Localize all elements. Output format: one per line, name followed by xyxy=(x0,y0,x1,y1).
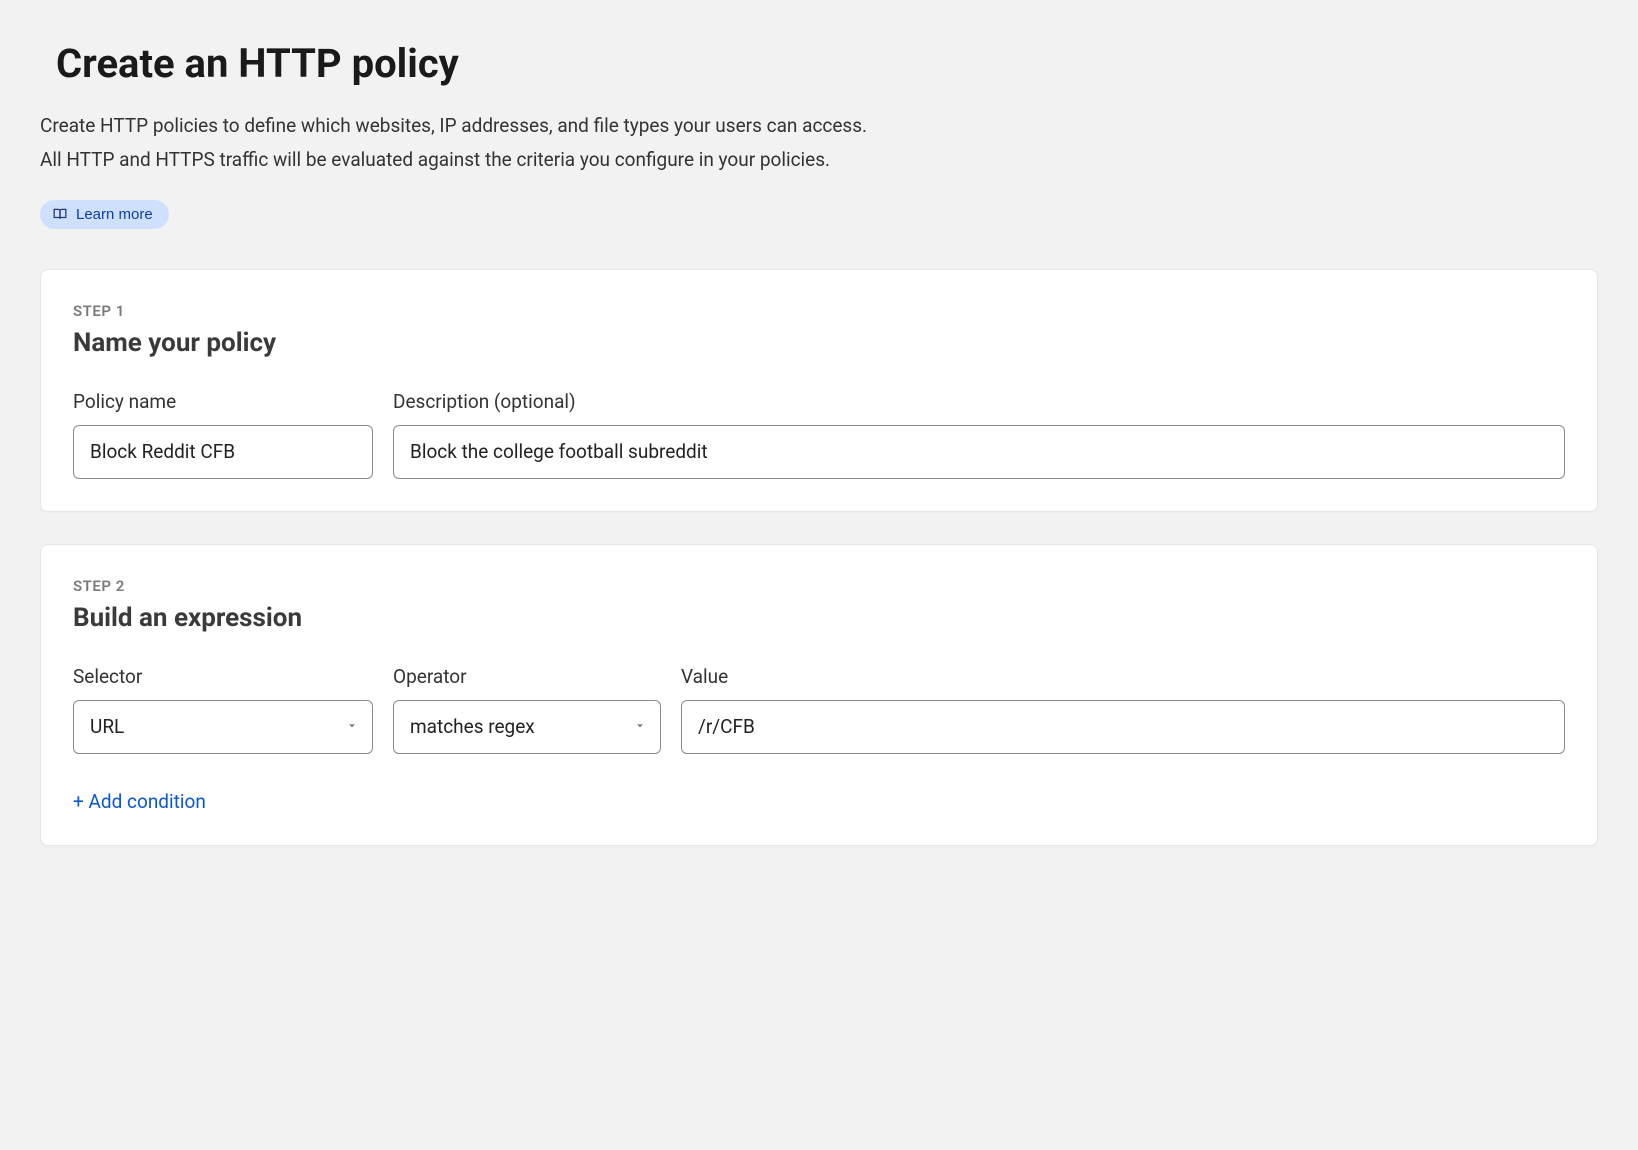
selector-select[interactable]: URL xyxy=(73,700,373,754)
page-title: Create an HTTP policy xyxy=(56,40,1598,87)
step1-label: STEP 1 xyxy=(73,302,1565,320)
description-line-2: All HTTP and HTTPS traffic will be evalu… xyxy=(40,145,1598,175)
add-condition-button[interactable]: + Add condition xyxy=(73,790,206,813)
value-group: Value xyxy=(681,665,1565,754)
step1-title: Name your policy xyxy=(73,328,1565,358)
learn-more-button[interactable]: Learn more xyxy=(40,200,169,229)
description-group: Description (optional) xyxy=(393,390,1565,479)
step2-title: Build an expression xyxy=(73,603,1565,633)
description-line-1: Create HTTP policies to define which web… xyxy=(40,111,1598,141)
policy-name-input[interactable] xyxy=(73,425,373,479)
selector-label: Selector xyxy=(73,665,373,688)
operator-select[interactable]: matches regex xyxy=(393,700,661,754)
value-label: Value xyxy=(681,665,1565,688)
book-icon xyxy=(52,207,68,221)
policy-name-group: Policy name xyxy=(73,390,373,479)
step2-card: STEP 2 Build an expression Selector URL … xyxy=(40,544,1598,846)
description-input[interactable] xyxy=(393,425,1565,479)
page-description: Create HTTP policies to define which web… xyxy=(40,111,1598,176)
value-input[interactable] xyxy=(681,700,1565,754)
operator-label: Operator xyxy=(393,665,661,688)
operator-group: Operator matches regex xyxy=(393,665,661,754)
description-label: Description (optional) xyxy=(393,390,1565,413)
learn-more-label: Learn more xyxy=(76,206,153,223)
step1-card: STEP 1 Name your policy Policy name Desc… xyxy=(40,269,1598,512)
step2-label: STEP 2 xyxy=(73,577,1565,595)
selector-group: Selector URL xyxy=(73,665,373,754)
policy-name-label: Policy name xyxy=(73,390,373,413)
